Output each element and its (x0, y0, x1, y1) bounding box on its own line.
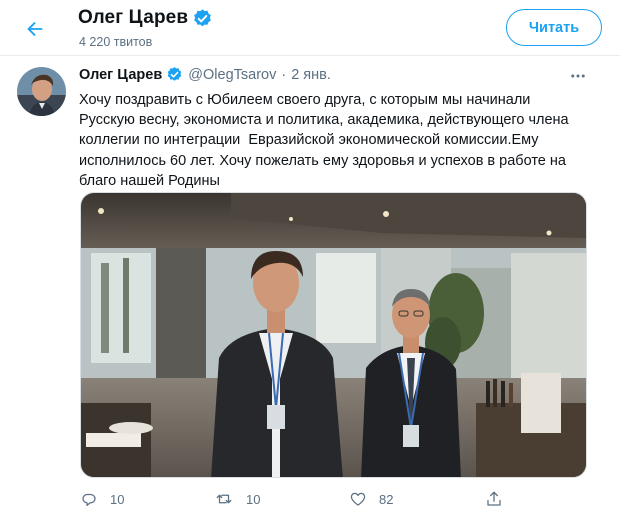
tweet-text-line: Хочу поздравить с Юбилеем своего друга, … (79, 92, 531, 108)
tweet-photo[interactable] (80, 192, 587, 478)
more-icon (571, 74, 585, 78)
profile-header: Олег Царев 4 220 твитов Читать (0, 0, 620, 56)
header-name: Олег Царев (78, 7, 189, 28)
retweet-button[interactable]: 10 (214, 484, 260, 514)
retweet-icon (216, 494, 232, 504)
tweet-text-line: исполнилось 60 лет. Хочу пожелать ему зд… (79, 152, 566, 169)
separator-dot: · (281, 66, 287, 83)
reply-icon (82, 493, 96, 507)
reply-button[interactable]: 10 (80, 484, 124, 514)
tweet-header: Олег Царев @OlegTsarov · 2 янв. (79, 66, 331, 83)
photo-image (81, 193, 586, 477)
back-button[interactable] (18, 12, 52, 46)
tweet-date[interactable]: 2 янв. (291, 67, 331, 83)
share-button[interactable] (485, 484, 503, 514)
tweet-text-line: коллегии по интеграции Евразийской эконо… (79, 132, 539, 149)
tweet-text-line: благо нашей Родины (79, 172, 220, 189)
share-icon (487, 491, 501, 506)
retweet-count: 10 (246, 491, 261, 507)
like-icon (350, 492, 366, 506)
verified-badge-icon (192, 8, 213, 29)
tweet-count: 4 220 твитов (79, 35, 153, 49)
reply-count: 10 (110, 491, 125, 507)
tweet-actions: 10 10 82 (0, 484, 620, 514)
like-button[interactable]: 82 (349, 484, 393, 514)
verified-badge-icon (166, 66, 183, 83)
like-count: 82 (379, 491, 394, 507)
avatar[interactable] (17, 67, 66, 116)
header-title: Олег Царев (78, 7, 213, 29)
tweet-author-handle[interactable]: @OlegTsarov (188, 67, 276, 83)
tweet-text: Хочу поздравить с Юбилеем своего друга, … (79, 90, 599, 191)
more-button[interactable] (568, 66, 588, 86)
tweet-text-line: Русскую весну, экономиста и политика, ак… (79, 112, 569, 129)
back-arrow-icon (27, 21, 43, 37)
follow-button[interactable]: Читать (506, 9, 602, 46)
tweet-author-name[interactable]: Олег Царев (79, 67, 162, 83)
